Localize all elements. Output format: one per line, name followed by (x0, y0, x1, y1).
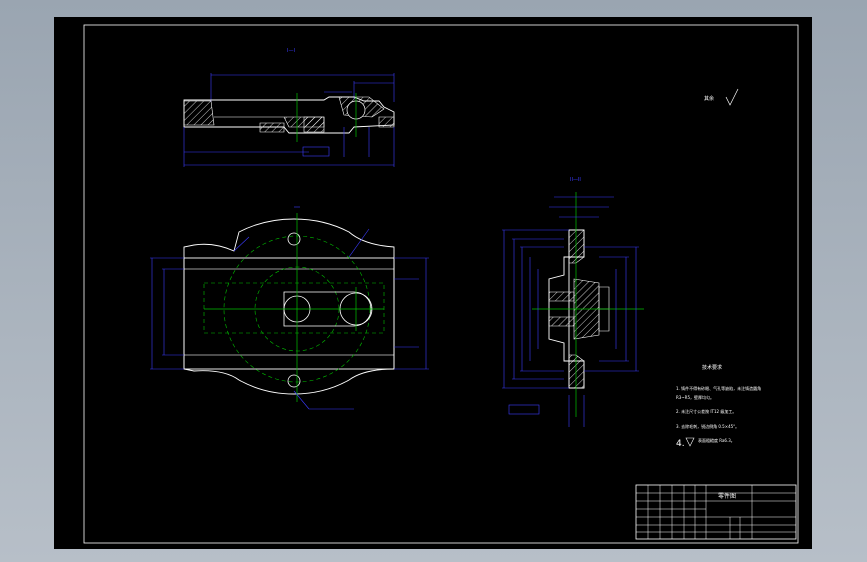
notes-line-4b: 表面粗糙度 Ra6.3。 (698, 437, 735, 443)
side-section-view: II—II (502, 177, 644, 427)
front-plan-view (150, 206, 429, 410)
top-section-view: I—I (183, 48, 395, 167)
notes-line-2: 2. 未注尺寸公差按 IT12 级加工。 (676, 408, 736, 414)
drawing-sheet[interactable]: I—I II—II 其余 技术要求 1. 铸件不得有砂眼、气孔等缺陷，未注铸造圆… (54, 17, 812, 549)
notes-line-1b: R3~R5，壁厚均匀。 (676, 394, 714, 400)
notes-line-3: 3. 去除毛刺，锐边倒角 0.5×45°。 (676, 423, 739, 429)
cad-drawing: I—I II—II 其余 技术要求 1. 铸件不得有砂眼、气孔等缺陷，未注铸造圆… (83, 24, 799, 544)
notes-line-4: 4. (676, 439, 685, 449)
notes-title: 技术要求 (702, 364, 722, 371)
title-block: 零件图 (635, 484, 797, 540)
surface-finish-note: 其余 (704, 95, 714, 102)
surface-finish-symbol: 其余 (704, 88, 739, 106)
top-view-label: I—I (287, 48, 295, 54)
side-view-label: II—II (570, 177, 581, 183)
cad-viewport[interactable]: I—I II—II 其余 技术要求 1. 铸件不得有砂眼、气孔等缺陷，未注铸造圆… (0, 0, 867, 562)
notes-line-1: 1. 铸件不得有砂眼、气孔等缺陷，未注铸造圆角 (676, 385, 761, 391)
technical-notes: 技术要求 1. 铸件不得有砂眼、气孔等缺陷，未注铸造圆角 R3~R5，壁厚均匀。… (676, 364, 761, 449)
title-block-name: 零件图 (718, 492, 736, 500)
